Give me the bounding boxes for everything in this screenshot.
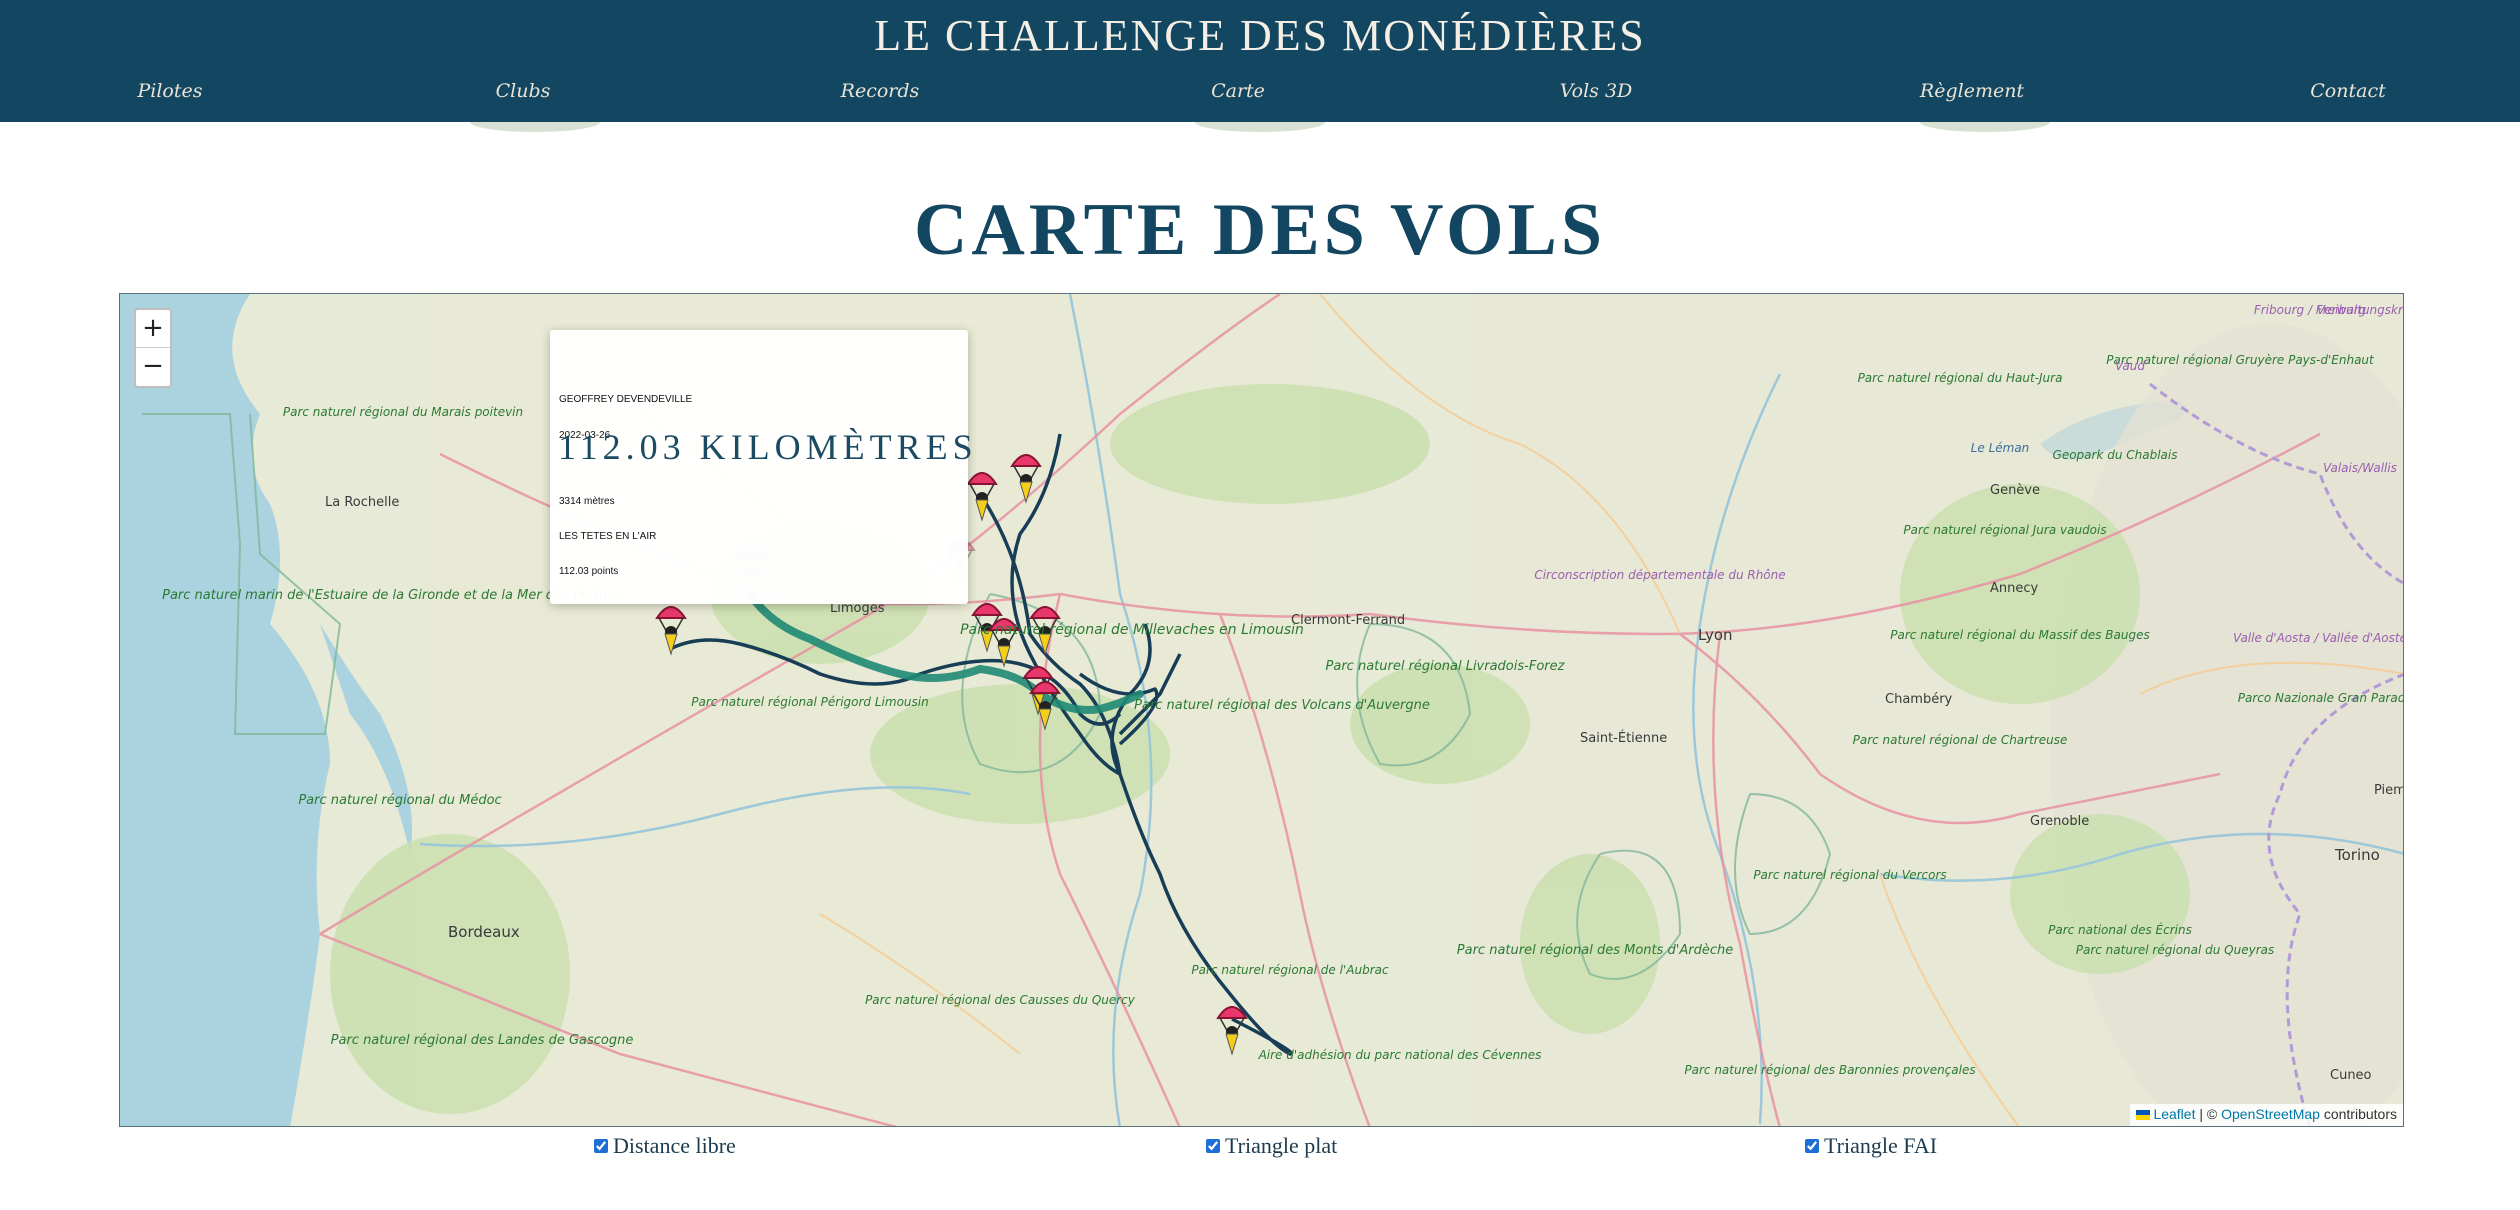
map-label: La Rochelle bbox=[325, 495, 399, 510]
nav-clubs[interactable]: Clubs bbox=[403, 80, 643, 102]
nav-records[interactable]: Records bbox=[760, 80, 1000, 102]
triangle-plat-checkbox[interactable] bbox=[1206, 1139, 1220, 1153]
attribution-suffix: contributors bbox=[2323, 1106, 2397, 1122]
map-label: Clermont-Ferrand bbox=[1291, 613, 1405, 628]
map-label: Parc naturel régional du Marais poitevin bbox=[283, 405, 523, 419]
map-label: Parc naturel régional du Queyras bbox=[2076, 943, 2275, 957]
map-label: Parc naturel régional Jura vaudois bbox=[1903, 523, 2106, 537]
map-label: Genève bbox=[1990, 483, 2040, 498]
map-label: Vaud bbox=[2115, 359, 2145, 373]
map-label: Torino bbox=[2334, 846, 2380, 864]
map-label: Parc naturel régional du Vercors bbox=[1753, 868, 1946, 882]
site-title[interactable]: LE CHALLENGE DES MONÉDIÈRES bbox=[0, 10, 2520, 61]
map-label: Parc naturel régional de Millevaches en … bbox=[960, 622, 1304, 638]
nav-reglement[interactable]: Règlement bbox=[1852, 80, 2092, 102]
main-nav: Pilotes Clubs Records Carte Vols 3D Règl… bbox=[0, 80, 2520, 110]
map-label: Parc naturel régional Périgord Limousin bbox=[691, 695, 928, 709]
popup-club: LES TETES EN L'AIR bbox=[559, 531, 657, 542]
map-label: Chambéry bbox=[1885, 692, 1953, 707]
filter-triangle-plat[interactable]: Triangle plat bbox=[1206, 1133, 1337, 1159]
map-label: Geopark du Chablais bbox=[2053, 448, 2178, 462]
map-label: Piemo bbox=[2374, 783, 2404, 798]
triangle-fai-checkbox[interactable] bbox=[1805, 1139, 1819, 1153]
popup-pilot: GEOFFREY DEVENDEVILLE bbox=[559, 394, 693, 405]
nav-tab-decoration bbox=[1195, 122, 1325, 132]
popup-points: 112.03 points bbox=[559, 566, 619, 577]
popup-distance: 112.03 KILOMÈTRES bbox=[558, 427, 978, 467]
flight-type-filters: Distance libre Triangle plat Triangle FA… bbox=[0, 1133, 2520, 1163]
filter-label: Distance libre bbox=[613, 1133, 736, 1158]
map-label: Le Léman bbox=[1971, 441, 2030, 455]
zoom-control: + − bbox=[134, 308, 172, 388]
map-label: Annecy bbox=[1990, 581, 2039, 596]
map-label: Parc naturel régional du Haut-Jura bbox=[1858, 371, 2063, 385]
map-label: Parc naturel régional du Médoc bbox=[298, 793, 501, 808]
map-label: Lyon bbox=[1698, 626, 1733, 644]
map-label: Parc naturel régional des Volcans d'Auve… bbox=[1134, 698, 1430, 713]
map-label: Parc naturel régional de l'Aubrac bbox=[1191, 963, 1389, 977]
popup-altitude: 3314 mètres bbox=[559, 496, 615, 507]
nav-carte[interactable]: Carte bbox=[1118, 80, 1358, 102]
map-label: Parc national des Écrins bbox=[2048, 922, 2192, 937]
nav-contact[interactable]: Contact bbox=[2228, 80, 2468, 102]
map-label: Circonscription départementale du Rhône bbox=[1534, 568, 1785, 582]
zoom-in-button[interactable]: + bbox=[136, 310, 170, 348]
map-label: Cuneo bbox=[2330, 1068, 2372, 1083]
site-header: LE CHALLENGE DES MONÉDIÈRES Pilotes Club… bbox=[0, 0, 2520, 122]
zoom-out-button[interactable]: − bbox=[136, 348, 170, 386]
map-label: Valais/Wallis bbox=[2323, 461, 2397, 475]
nav-tab-decoration bbox=[470, 122, 600, 132]
flight-popup: GEOFFREY DEVENDEVILLE 2022-03-26 112.03 … bbox=[550, 330, 973, 604]
map-label: Parc naturel régional des Baronnies prov… bbox=[1684, 1063, 1975, 1077]
distance-libre-checkbox[interactable] bbox=[594, 1139, 608, 1153]
attribution-separator: | © bbox=[2199, 1106, 2218, 1122]
map-label: Parc naturel régional des Monts d'Ardèch… bbox=[1457, 943, 1733, 958]
map-label: Parc naturel régional Gruyère Pays-d'Enh… bbox=[2106, 353, 2375, 367]
map-label: Bordeaux bbox=[448, 923, 520, 941]
nav-tab-decoration bbox=[1920, 122, 2050, 132]
filter-label: Triangle FAI bbox=[1824, 1133, 1938, 1158]
openstreetmap-link[interactable]: OpenStreetMap bbox=[2221, 1106, 2320, 1122]
filter-triangle-fai[interactable]: Triangle FAI bbox=[1805, 1133, 1937, 1159]
map-label: Parc naturel régional des Landes de Gasc… bbox=[331, 1033, 634, 1048]
map-label: Saint-Étienne bbox=[1580, 730, 1667, 746]
map-label: Valle d'Aosta / Vallée d'Aoste bbox=[2233, 631, 2404, 645]
leaflet-link[interactable]: Leaflet bbox=[2153, 1106, 2195, 1122]
map-tiles[interactable]: La Rochelle Clermont-Ferrand Limoges Lyo… bbox=[120, 294, 2404, 1127]
nav-pilotes[interactable]: Pilotes bbox=[50, 80, 290, 102]
map-label: Parco Nazionale Gran Paradiso bbox=[2238, 691, 2404, 705]
map-label: Grenoble bbox=[2030, 814, 2089, 829]
map-label: Parc naturel régional du Massif des Baug… bbox=[1890, 628, 2150, 642]
filter-label: Triangle plat bbox=[1225, 1133, 1338, 1158]
flight-map[interactable]: La Rochelle Clermont-Ferrand Limoges Lyo… bbox=[119, 293, 2404, 1127]
map-label: Aire d'adhésion du parc national des Cév… bbox=[1258, 1048, 1542, 1062]
map-label: Parc naturel régional de Chartreuse bbox=[1853, 733, 2068, 747]
page-title: CARTE DES VOLS bbox=[913, 189, 1607, 271]
ukraine-flag-icon bbox=[2136, 1110, 2151, 1120]
filter-distance-libre[interactable]: Distance libre bbox=[594, 1133, 736, 1159]
map-label: Verwaltungskreis Ober bbox=[2317, 303, 2404, 317]
map-attribution: Leaflet | © OpenStreetMap contributors bbox=[2130, 1104, 2403, 1126]
map-label: Parc naturel régional des Causses du Que… bbox=[865, 993, 1136, 1007]
map-label: Parc naturel régional Livradois-Forez bbox=[1326, 659, 1566, 674]
nav-vols-3d[interactable]: Vols 3D bbox=[1476, 80, 1716, 102]
